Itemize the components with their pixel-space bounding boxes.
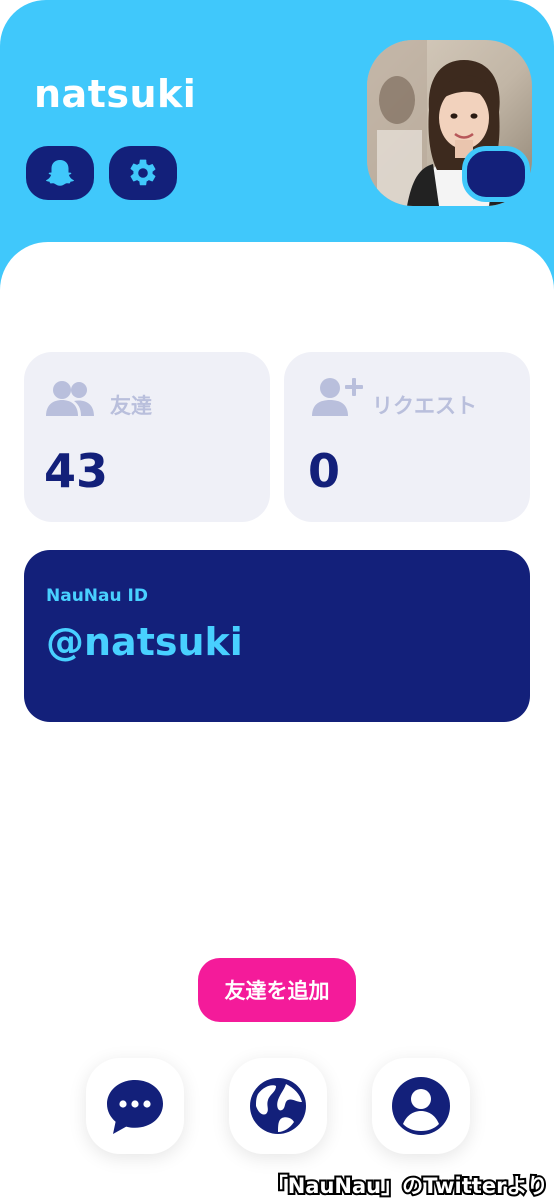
requests-label: リクエスト bbox=[372, 394, 477, 418]
add-friend-button[interactable]: 友達を追加 bbox=[198, 958, 356, 1022]
nav-map-button[interactable] bbox=[229, 1058, 327, 1154]
requests-count: 0 bbox=[308, 444, 341, 498]
globe-icon bbox=[250, 1078, 306, 1134]
id-value: @natsuki bbox=[46, 620, 243, 664]
avatar-status-badge[interactable] bbox=[462, 146, 530, 202]
friends-stat-card[interactable]: 友達 43 bbox=[24, 352, 270, 522]
nav-profile-button[interactable] bbox=[372, 1058, 470, 1154]
friends-count: 43 bbox=[44, 444, 109, 498]
id-label: NauNau ID bbox=[46, 586, 148, 606]
settings-button[interactable] bbox=[109, 146, 177, 200]
naunau-id-card[interactable]: NauNau ID @natsuki bbox=[24, 550, 530, 722]
friends-label: 友達 bbox=[110, 394, 152, 418]
ghost-icon bbox=[46, 160, 74, 186]
account-icon bbox=[392, 1077, 450, 1135]
chat-bubble-icon bbox=[107, 1080, 163, 1134]
person-add-icon bbox=[312, 378, 363, 416]
requests-stat-card[interactable]: リクエスト 0 bbox=[284, 352, 530, 522]
gear-icon bbox=[130, 159, 156, 186]
source-watermark: 「NauNau」のTwitterより bbox=[265, 1172, 550, 1200]
username-title: natsuki bbox=[34, 72, 197, 116]
snapchat-button[interactable] bbox=[26, 146, 94, 200]
nav-chat-button[interactable] bbox=[86, 1058, 184, 1154]
people-icon bbox=[46, 381, 94, 416]
